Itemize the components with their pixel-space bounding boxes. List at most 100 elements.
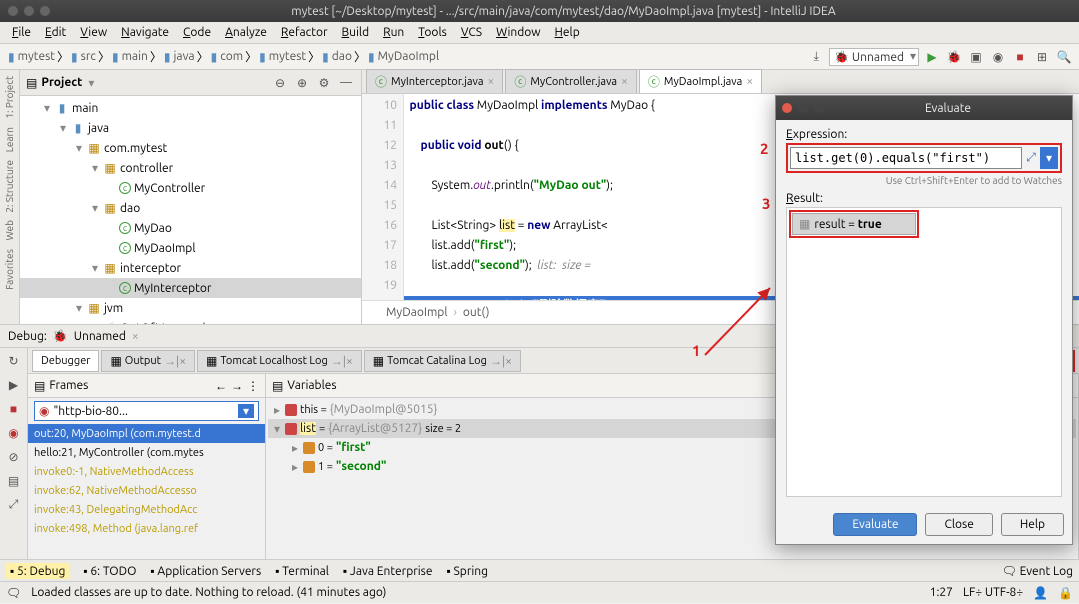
menu-navigate[interactable]: Navigate (115, 24, 175, 41)
resume-icon[interactable]: ▶ (5, 376, 23, 394)
stack-frame[interactable]: invoke:43, DelegatingMethodAcc (28, 500, 265, 519)
editor-tab[interactable]: ⓒMyDaoImpl.java × (639, 69, 762, 93)
breadcrumb-item[interactable]: ▮mytest (257, 50, 308, 64)
tree-node[interactable]: ▾▦com.mytest (20, 138, 361, 158)
breadcrumb-item[interactable]: ▮src (69, 50, 98, 64)
stack-frame[interactable]: out:20, MyDaoImpl (com.mytest.d (28, 424, 265, 443)
zoom-icon[interactable] (814, 103, 824, 113)
breadcrumb-item[interactable]: ▮main (110, 50, 150, 64)
tool-tab[interactable]: 1: Project (4, 76, 15, 119)
tree-node[interactable]: cMyDaoImpl (20, 238, 361, 258)
menu-build[interactable]: Build (336, 24, 376, 41)
result-value[interactable]: ▦ result = true (792, 213, 916, 235)
search-icon[interactable]: 🔍 (1055, 48, 1073, 66)
close-button[interactable]: Close (925, 513, 992, 536)
tree-node[interactable]: ▾▮main (20, 98, 361, 118)
help-button[interactable]: Help (1001, 513, 1064, 536)
stack-frame[interactable]: invoke:62, NativeMethodAccesso (28, 481, 265, 500)
tree-node[interactable]: cMyDao (20, 218, 361, 238)
mute-icon[interactable]: ⊘ (5, 448, 23, 466)
editor-tab[interactable]: ⓒMyController.java × (505, 69, 637, 93)
next-icon[interactable]: → (231, 379, 243, 393)
debug-tab[interactable]: ▦Tomcat Localhost Log →|× (197, 350, 362, 372)
run-icon[interactable]: ▶ (923, 48, 941, 66)
lock-icon[interactable]: 🔒 (1058, 586, 1073, 600)
stack-frame[interactable]: invoke0:-1, NativeMethodAccess (28, 462, 265, 481)
tree-node[interactable]: ▾▮java (20, 118, 361, 138)
evaluate-button[interactable]: Evaluate (833, 513, 917, 536)
bottom-tab[interactable]: ▪ Application Servers (150, 564, 261, 578)
window-control-icon[interactable] (24, 6, 34, 16)
bottom-tab[interactable]: ▪ 5: Debug (6, 563, 69, 579)
menu-refactor[interactable]: Refactor (275, 24, 334, 41)
coverage-icon[interactable]: ▣ (967, 48, 985, 66)
menu-run[interactable]: Run (377, 24, 410, 41)
prev-icon[interactable]: ← (215, 379, 227, 393)
encoding[interactable]: LF÷ UTF-8÷ (963, 586, 1023, 599)
rerun-icon[interactable]: ↻ (5, 352, 23, 370)
breadcrumb-item[interactable]: ▮java (162, 50, 197, 64)
layout-icon[interactable]: ▤ (5, 472, 23, 490)
tree-node[interactable]: ▾▦controller (20, 158, 361, 178)
bottom-tab[interactable]: ▪ Terminal (275, 564, 329, 578)
menu-code[interactable]: Code (177, 24, 217, 41)
tree-node[interactable]: cMyInterceptor (20, 278, 361, 298)
window-control-icon[interactable] (40, 6, 50, 16)
menu-analyze[interactable]: Analyze (219, 24, 273, 41)
tool-tab[interactable]: Favorites (4, 249, 15, 290)
breakpoints-icon[interactable]: ◉ (5, 424, 23, 442)
bottom-tab[interactable]: ▪ Java Enterprise (343, 564, 433, 578)
project-tree[interactable]: ▾▮main▾▮java▾▦com.mytest▾▦controllercMyC… (20, 96, 361, 324)
tool-tab[interactable]: Web (4, 220, 15, 240)
debug-tab[interactable]: ▦Output →|× (101, 350, 195, 372)
tool-tab[interactable]: Learn (4, 127, 15, 152)
hide-icon[interactable]: — (337, 74, 355, 92)
expand-icon[interactable]: ⤢ (1022, 147, 1040, 169)
stack-frame[interactable]: invoke:498, Method (java.lang.ref (28, 519, 265, 538)
locate-icon[interactable]: ⊕ (293, 74, 311, 92)
debug-tab[interactable]: ▦Tomcat Catalina Log →|× (364, 350, 521, 372)
build-icon[interactable]: ⤓ (807, 48, 825, 66)
stack-frame[interactable]: hello:21, MyController (com.mytes (28, 443, 265, 462)
inspector-icon[interactable]: 👤 (1033, 586, 1048, 600)
tree-node[interactable]: ▾▦dao (20, 198, 361, 218)
collapse-icon[interactable]: ⊖ (271, 74, 289, 92)
run-config-combo[interactable]: 🐞 Unnamed (829, 48, 919, 66)
close-icon[interactable] (782, 103, 792, 113)
more-icon[interactable]: ⋮ (247, 379, 259, 393)
debug-icon[interactable]: 🐞 (945, 48, 963, 66)
structure-icon[interactable]: ⊞ (1033, 48, 1051, 66)
expression-input[interactable] (790, 147, 1022, 169)
profile-icon[interactable]: ◉ (989, 48, 1007, 66)
debug-tab[interactable]: Debugger (32, 350, 99, 372)
menu-help[interactable]: Help (549, 24, 586, 41)
menu-vcs[interactable]: VCS (455, 24, 488, 41)
thread-selector[interactable]: ◉"http-bio-80...▾ (34, 401, 259, 421)
bottom-tab[interactable]: ▪ 6: TODO (83, 564, 136, 578)
pin-icon[interactable]: ⤢ (5, 496, 23, 514)
tree-node[interactable]: ☕OutOfMemory.java (20, 318, 361, 324)
gear-icon[interactable]: ⚙ (315, 74, 333, 92)
menu-tools[interactable]: Tools (412, 24, 453, 41)
tree-node[interactable]: ▾▦interceptor (20, 258, 361, 278)
editor-tab[interactable]: ⓒMyInterceptor.java × (366, 69, 503, 93)
minimize-icon[interactable] (798, 103, 808, 113)
menu-edit[interactable]: Edit (39, 24, 72, 41)
tree-node[interactable]: ▾▦jvm (20, 298, 361, 318)
breadcrumb-item[interactable]: ▮dao (320, 50, 354, 64)
editor-gutter[interactable]: 101112131415161718192021 (362, 94, 404, 300)
menu-file[interactable]: File (6, 24, 37, 41)
menu-window[interactable]: Window (490, 24, 546, 41)
history-dropdown-icon[interactable]: ▾ (1040, 147, 1058, 169)
event-log-tab[interactable]: 🗨 Event Log (1002, 564, 1073, 578)
stop-icon[interactable]: ■ (5, 400, 23, 418)
breadcrumb-item[interactable]: ▮mytest (6, 50, 57, 64)
stop-icon[interactable]: ■ (1011, 48, 1029, 66)
menu-view[interactable]: View (74, 24, 113, 41)
breadcrumb-item[interactable]: ▮com (209, 50, 246, 64)
breadcrumb-item[interactable]: ▮MyDaoImpl (366, 50, 441, 64)
tree-node[interactable]: cMyController (20, 178, 361, 198)
bottom-tab[interactable]: ▪ Spring (447, 564, 489, 578)
tool-tab[interactable]: 2: Structure (4, 160, 15, 213)
window-control-icon[interactable] (8, 6, 18, 16)
